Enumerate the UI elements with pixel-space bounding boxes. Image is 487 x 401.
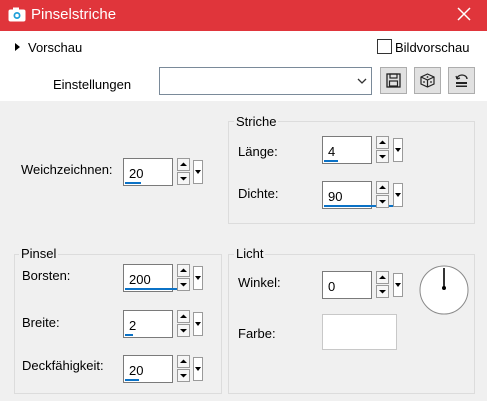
weichzeichnen-value: 20 — [129, 166, 144, 181]
bildvorschau-label[interactable]: Bildvorschau — [395, 40, 469, 55]
laenge-slider-fill[interactable] — [324, 160, 338, 162]
weichzeichnen-spinner[interactable] — [177, 158, 190, 186]
save-preset-button[interactable] — [380, 67, 407, 94]
bildvorschau-checkbox[interactable] — [377, 39, 392, 54]
farbe-label: Farbe: — [238, 326, 276, 341]
borsten-label: Borsten: — [22, 268, 71, 283]
spin-up-icon[interactable] — [177, 264, 190, 277]
spin-up-icon[interactable] — [177, 355, 190, 368]
angle-dial-icon[interactable] — [418, 264, 470, 316]
laenge-value: 4 — [328, 144, 336, 159]
breite-value: 2 — [129, 318, 137, 333]
einstellungen-label: Einstellungen — [53, 77, 132, 92]
farbe-color-swatch[interactable] — [322, 314, 397, 350]
spin-down-icon[interactable] — [376, 150, 389, 163]
dichte-input[interactable]: 90 — [322, 181, 396, 209]
deckfaehigkeit-input[interactable]: 20 — [123, 355, 173, 383]
deckfaehigkeit-value: 20 — [129, 363, 144, 378]
striche-group-title: Striche — [234, 114, 279, 129]
weichzeichnen-dropdown[interactable] — [193, 160, 203, 184]
laenge-dropdown[interactable] — [393, 138, 403, 162]
spin-up-icon[interactable] — [177, 158, 190, 171]
laenge-input[interactable]: 4 — [322, 136, 372, 164]
breite-dropdown[interactable] — [193, 312, 203, 336]
dice-icon — [420, 73, 435, 88]
expand-arrow-icon[interactable] — [14, 42, 22, 52]
spin-down-icon[interactable] — [177, 369, 190, 382]
weichzeichnen-label: Weichzeichnen: — [21, 162, 113, 177]
deckfaehigkeit-label: Deckfähigkeit: — [22, 358, 104, 373]
dichte-label: Dichte: — [238, 186, 279, 201]
spin-down-icon[interactable] — [177, 324, 190, 337]
reset-icon — [455, 74, 468, 87]
title-bar: Pinselstriche — [0, 0, 487, 31]
einstellungen-dropdown[interactable] — [159, 67, 372, 95]
dichte-value: 90 — [328, 189, 343, 204]
close-icon[interactable] — [455, 5, 473, 23]
window-title: Pinselstriche — [31, 6, 117, 23]
dichte-spinner[interactable] — [376, 181, 389, 209]
pinsel-group-title: Pinsel — [19, 246, 59, 261]
deckfaehigkeit-slider-fill[interactable] — [125, 379, 139, 381]
weichzeichnen-slider-fill[interactable] — [125, 182, 141, 184]
breite-slider-fill[interactable] — [125, 334, 133, 336]
spin-down-icon[interactable] — [177, 278, 190, 291]
breite-label: Breite: — [22, 315, 60, 330]
weichzeichnen-input[interactable]: 20 — [123, 158, 173, 186]
winkel-spinner[interactable] — [376, 271, 389, 299]
borsten-dropdown[interactable] — [193, 266, 203, 290]
laenge-spinner[interactable] — [376, 136, 389, 164]
winkel-label: Winkel: — [238, 275, 281, 290]
borsten-value: 200 — [129, 272, 151, 287]
toolbar: Vorschau Bildvorschau Einstellungen — [0, 31, 487, 101]
dichte-dropdown[interactable] — [393, 183, 403, 207]
winkel-dropdown[interactable] — [393, 273, 403, 297]
laenge-label: Länge: — [238, 144, 278, 159]
camera-icon — [8, 7, 26, 22]
licht-group-title: Licht — [234, 246, 266, 261]
chevron-down-icon[interactable] — [353, 68, 371, 94]
reset-button[interactable] — [448, 67, 475, 94]
breite-spinner[interactable] — [177, 310, 190, 338]
borsten-spinner[interactable] — [177, 264, 190, 292]
randomize-button[interactable] — [414, 67, 441, 94]
winkel-input[interactable]: 0 — [322, 271, 372, 299]
deckfaehigkeit-spinner[interactable] — [177, 355, 190, 383]
spin-up-icon[interactable] — [376, 136, 389, 149]
winkel-value: 0 — [328, 279, 336, 294]
spin-down-icon[interactable] — [376, 285, 389, 298]
preview-toggle-label[interactable]: Vorschau — [28, 40, 82, 55]
spin-down-icon[interactable] — [177, 172, 190, 185]
spin-down-icon[interactable] — [376, 195, 389, 208]
borsten-input[interactable]: 200 — [123, 264, 187, 292]
save-icon — [386, 73, 401, 88]
spin-up-icon[interactable] — [376, 181, 389, 194]
breite-input[interactable]: 2 — [123, 310, 173, 338]
spin-up-icon[interactable] — [177, 310, 190, 323]
deckfaehigkeit-dropdown[interactable] — [193, 357, 203, 381]
spin-up-icon[interactable] — [376, 271, 389, 284]
